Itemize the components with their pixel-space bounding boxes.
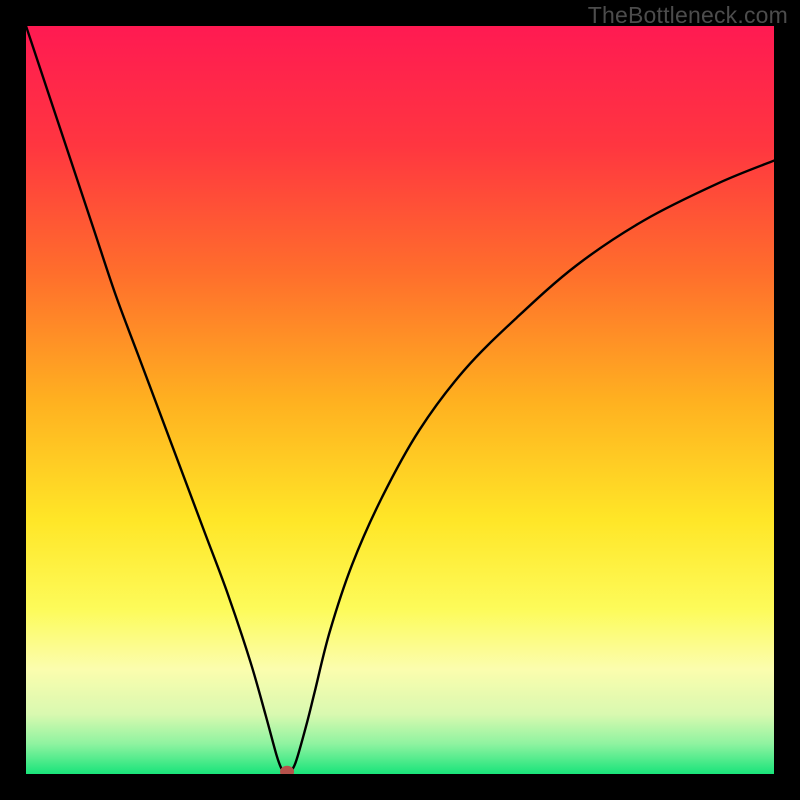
- plot-area: [26, 26, 774, 774]
- watermark-text: TheBottleneck.com: [588, 2, 788, 29]
- chart-frame: TheBottleneck.com: [0, 0, 800, 800]
- gradient-background: [26, 26, 774, 774]
- chart-svg: [26, 26, 774, 774]
